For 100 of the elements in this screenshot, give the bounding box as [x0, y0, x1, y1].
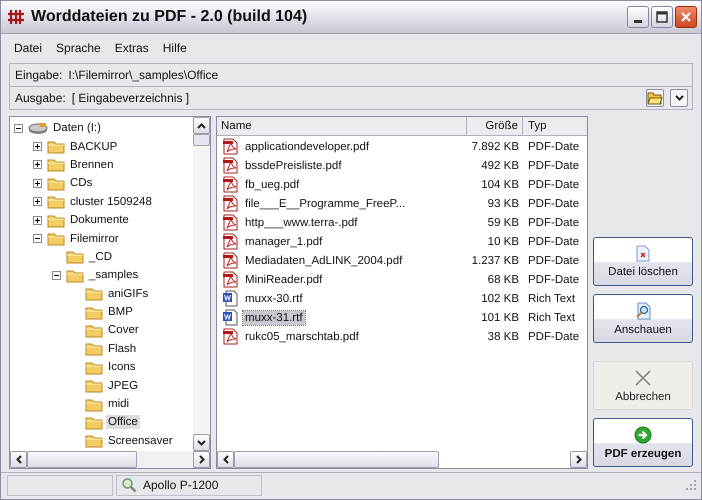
tree-item[interactable]: _samples — [87, 268, 140, 282]
scrollbar-thumb[interactable] — [27, 451, 137, 468]
scroll-up-icon[interactable] — [197, 122, 206, 128]
menu-item[interactable]: Hilfe — [158, 39, 192, 57]
folder-icon — [85, 414, 103, 430]
horizontal-scrollbar[interactable] — [10, 451, 210, 468]
file-name[interactable]: muxx-31.rtf — [243, 310, 305, 324]
tree-item[interactable]: BACKUP — [68, 140, 120, 154]
file-type: PDF-Date — [527, 274, 580, 286]
expand-icon[interactable] — [33, 197, 42, 206]
delete-file-icon — [636, 245, 650, 262]
tree-item[interactable]: JPEG — [106, 378, 140, 393]
file-size: 1.237 KB — [470, 254, 520, 266]
file-size: 102 KB — [480, 292, 520, 304]
menu-item[interactable]: Sprache — [51, 39, 106, 57]
file-name[interactable]: Mediadaten_AdLINK_2004.pdf — [243, 254, 404, 268]
expand-icon[interactable] — [33, 216, 42, 225]
column-header[interactable]: Name — [217, 117, 467, 135]
file-name[interactable]: http___www.terra-.pdf — [243, 216, 360, 230]
horizontal-scrollbar[interactable] — [217, 451, 587, 468]
minimize-icon — [634, 20, 642, 22]
tree-item[interactable]: midi — [106, 397, 132, 412]
app-logo-icon — [7, 9, 25, 25]
tree-item[interactable]: Filemirror — [68, 232, 121, 246]
minimize-button[interactable] — [627, 6, 649, 28]
file-type: Rich Text — [527, 312, 576, 324]
printer-name: Apollo P-1200 — [143, 478, 218, 492]
file-type: Rich Text — [527, 292, 576, 304]
path-value: [ Eingabeverzeichnis ] — [72, 91, 190, 105]
file-type: PDF-Date — [527, 254, 580, 266]
file-size: 7.892 KB — [470, 140, 520, 152]
expand-icon[interactable] — [33, 160, 42, 170]
close-icon — [680, 11, 692, 23]
folder-icon — [47, 212, 65, 228]
pdf-file-icon — [222, 138, 238, 155]
file-type: PDF-Date — [527, 330, 580, 342]
column-header[interactable]: Größe — [467, 117, 523, 135]
collapse-icon[interactable] — [52, 270, 61, 280]
action-button[interactable]: Datei löschen — [593, 237, 693, 286]
file-name[interactable]: manager_1.pdf — [243, 234, 324, 248]
file-name[interactable]: MiniReader.pdf — [243, 272, 324, 286]
file-type: PDF-Date — [527, 140, 580, 152]
expand-icon[interactable] — [33, 142, 42, 152]
file-type: PDF-Date — [527, 178, 580, 190]
folder-icon — [47, 176, 65, 191]
menu-item[interactable]: Datei — [9, 39, 48, 57]
scroll-right-icon[interactable] — [576, 455, 582, 464]
tree-item[interactable]: BMP — [106, 305, 135, 320]
file-name[interactable]: fb_ueg.pdf — [243, 178, 302, 192]
tree-item[interactable]: Brennen — [68, 158, 116, 172]
pdf-file-icon — [222, 214, 238, 231]
tree-item[interactable]: CDs — [68, 176, 94, 190]
resize-grip-icon[interactable] — [685, 479, 697, 491]
tree-item[interactable]: cluster 1509248 — [68, 194, 154, 209]
scroll-right-icon[interactable] — [198, 455, 204, 464]
collapse-icon[interactable] — [33, 234, 42, 244]
folder-icon — [85, 322, 103, 338]
file-name[interactable]: applicationdeveloper.pdf — [243, 140, 372, 154]
open-folder-button[interactable] — [646, 89, 664, 107]
file-type: PDF-Date — [527, 236, 580, 248]
tree-item[interactable]: Dokumente — [68, 213, 131, 228]
tree-item[interactable]: _CD — [87, 250, 114, 264]
tree-item[interactable]: aniGIFs — [106, 286, 150, 301]
folder-icon — [66, 268, 84, 283]
tree-item[interactable]: Flash — [106, 342, 138, 356]
close-button[interactable] — [675, 6, 697, 28]
file-size: 59 KB — [486, 216, 520, 228]
maximize-button[interactable] — [651, 6, 673, 28]
pdf-file-icon — [222, 176, 238, 193]
file-name[interactable]: rukc05_marschtab.pdf — [243, 330, 361, 344]
tree-item[interactable]: Daten (I:) — [51, 121, 103, 136]
file-size: 101 KB — [480, 312, 520, 324]
tree-item[interactable]: Cover — [106, 323, 141, 338]
scrollbar-thumb[interactable] — [193, 134, 210, 146]
open-folder-icon — [647, 91, 663, 105]
tree-item[interactable]: Office — [106, 415, 140, 430]
tree-item[interactable]: Icons — [106, 360, 138, 374]
collapse-icon[interactable] — [14, 124, 23, 133]
expand-icon[interactable] — [33, 178, 42, 188]
folder-icon — [85, 378, 103, 394]
menu-item[interactable]: Extras — [110, 39, 154, 57]
vertical-scrollbar[interactable] — [193, 117, 210, 451]
maximize-icon — [656, 11, 668, 23]
scroll-down-icon[interactable] — [197, 440, 206, 446]
folder-icon — [85, 360, 103, 375]
word-file-icon — [222, 309, 238, 326]
scroll-left-icon[interactable] — [222, 455, 228, 464]
pdf-file-icon — [222, 271, 238, 288]
scrollbar-thumb[interactable] — [234, 451, 439, 468]
file-size: 38 KB — [486, 330, 520, 342]
dropdown-button[interactable] — [670, 89, 688, 107]
action-button[interactable]: Anschauen — [593, 294, 693, 343]
file-name[interactable]: file___E__Programme_FreeP... — [243, 196, 408, 210]
column-header[interactable]: Typ — [523, 117, 587, 135]
action-button[interactable]: PDF erzeugen — [593, 418, 693, 467]
file-name[interactable]: muxx-30.rtf — [243, 292, 305, 306]
scroll-left-icon[interactable] — [16, 455, 22, 464]
file-size: 104 KB — [480, 178, 520, 190]
tree-item[interactable]: Screensaver — [106, 434, 175, 448]
file-name[interactable]: bssdePreisliste.pdf — [243, 158, 344, 172]
